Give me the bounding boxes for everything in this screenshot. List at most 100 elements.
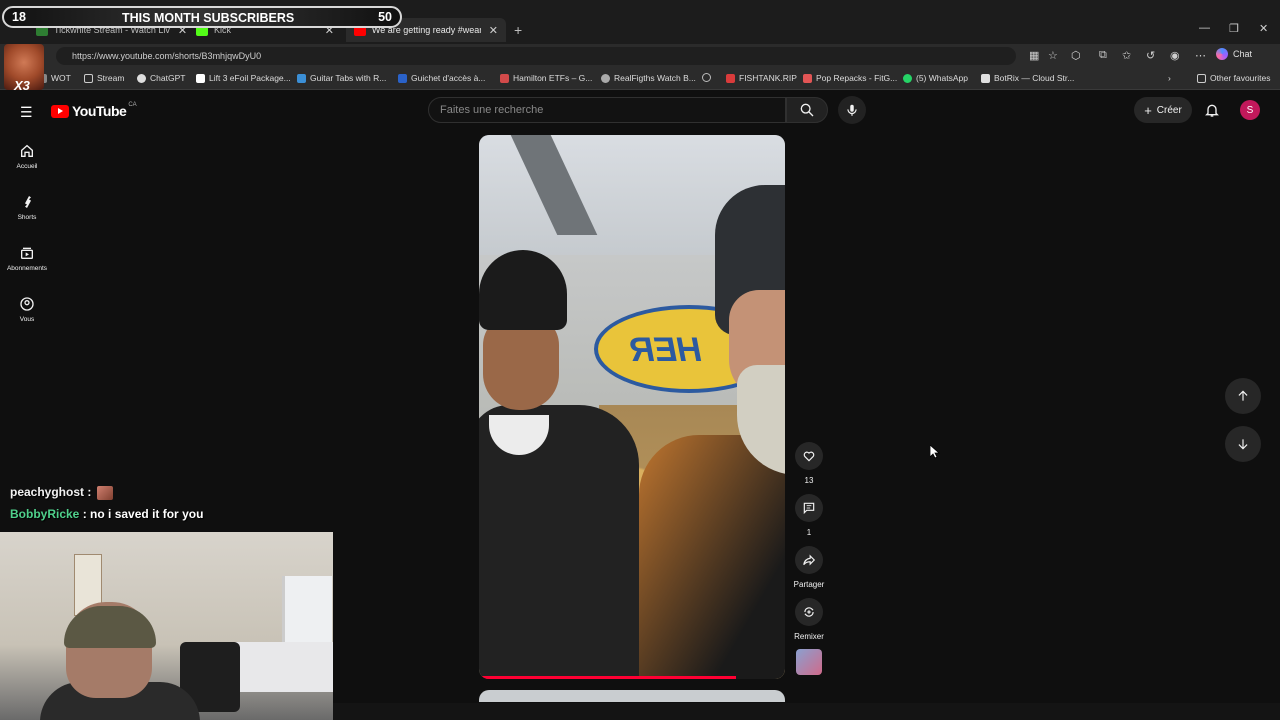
plus-icon: +	[1144, 102, 1152, 118]
comment-icon	[803, 502, 815, 515]
extensions-icon[interactable]: ⬡	[1071, 49, 1081, 62]
bookmark-label: (5) WhatsApp	[916, 73, 968, 83]
streamer-webcam	[0, 532, 333, 720]
heart-icon	[803, 451, 815, 462]
chat-label: Chat	[1233, 49, 1253, 59]
url-input[interactable]: https://www.youtube.com/shorts/B3mhjqwDy…	[56, 47, 1016, 65]
sound-thumbnail[interactable]	[796, 649, 822, 675]
like-count: 13	[804, 476, 814, 485]
url-text: https://www.youtube.com/shorts/B3mhjqwDy…	[72, 51, 262, 61]
folder-icon	[1197, 73, 1206, 83]
short-video-player[interactable]: HER	[479, 135, 785, 679]
bookmark-icon	[981, 73, 990, 83]
other-favourites[interactable]: Other favourites	[1197, 73, 1270, 83]
profile-icon[interactable]: ◉	[1170, 49, 1180, 62]
arrow-up-icon	[1238, 390, 1248, 401]
bookmark-item[interactable]: Pop Repacks - FitG...	[803, 73, 897, 83]
bookmark-label: Guichet d'accès à...	[411, 73, 486, 83]
video-progress-bar[interactable]	[479, 676, 737, 679]
webcam-scene	[282, 576, 332, 646]
close-window-icon[interactable]: ✕	[1259, 22, 1268, 35]
previous-short-button[interactable]	[1225, 378, 1261, 414]
bookmark-label: Lift 3 eFoil Package...	[209, 73, 291, 83]
search-input[interactable]: Faites une recherche	[428, 97, 786, 123]
bookmark-item[interactable]: ChatGPT	[137, 73, 185, 83]
copilot-chat-button[interactable]: Chat	[1216, 48, 1252, 60]
bookmark-item[interactable]: Stream	[84, 73, 124, 83]
remix-icon	[804, 607, 814, 617]
bookmark-icon	[500, 73, 509, 83]
comments-button[interactable]	[795, 494, 823, 522]
history-icon[interactable]: ↺	[1146, 49, 1155, 62]
favorites-icon[interactable]: ✩	[1122, 49, 1131, 62]
bookmark-icon	[726, 73, 735, 83]
bookmark-item[interactable]: FISHTANK.RIP	[726, 73, 797, 83]
bookmark-icon	[297, 73, 306, 83]
bookmark-item[interactable]: Guichet d'accès à...	[398, 73, 485, 83]
account-avatar[interactable]: S	[1240, 100, 1260, 120]
youtube-play-icon	[51, 104, 69, 118]
bookmark-item[interactable]: RealFigths Watch B...	[601, 73, 696, 83]
more-options-icon[interactable]: ⋯	[1195, 49, 1206, 62]
next-short-preview[interactable]	[479, 690, 785, 702]
globe-icon	[702, 73, 711, 82]
comment-count: 1	[806, 528, 812, 537]
bookmark-item[interactable]: (5) WhatsApp	[903, 73, 968, 83]
subscriber-goal-bar: 18 THIS MONTH SUBSCRIBERS 50	[2, 6, 402, 28]
bookmark-label: Hamilton ETFs – G...	[513, 73, 593, 83]
bookmark-label: WOT	[51, 73, 71, 83]
webcam-scene	[230, 642, 333, 692]
remix-label: Remixer	[794, 632, 824, 641]
new-tab-button[interactable]: +	[506, 18, 530, 42]
sidebar-item-shorts[interactable]: Shorts	[0, 194, 54, 221]
chat-username: BobbyRicke	[10, 507, 80, 521]
bookmark-item[interactable]: Lift 3 eFoil Package...	[196, 73, 291, 83]
chevron-right-icon[interactable]: ›	[1168, 73, 1171, 83]
minimize-icon[interactable]: —	[1199, 22, 1210, 34]
chat-message: BobbyRicke : no i saved it for you	[10, 507, 203, 521]
bookmark-icon	[398, 73, 407, 83]
bookmark-item[interactable]: Hamilton ETFs – G...	[500, 73, 592, 83]
search-icon	[800, 103, 814, 117]
next-short-button[interactable]	[1225, 426, 1261, 462]
share-button[interactable]	[795, 546, 823, 574]
bookmark-icon	[196, 73, 205, 83]
bell-icon	[1205, 104, 1219, 117]
close-tab-icon[interactable]: ✕	[489, 24, 498, 37]
voice-search-button[interactable]	[838, 96, 866, 124]
split-screen-icon[interactable]: ⧉	[1099, 49, 1107, 62]
sidebar-item-home[interactable]: Accueil	[0, 143, 54, 170]
bookmark-label: Pop Repacks - FitG...	[816, 73, 898, 83]
chat-separator: :	[87, 485, 95, 499]
subscriptions-icon	[21, 247, 33, 259]
search-button[interactable]	[786, 97, 828, 123]
create-button[interactable]: + Créer	[1134, 97, 1192, 123]
apps-icon[interactable]: ▦	[1029, 49, 1039, 62]
notifications-button[interactable]	[1204, 102, 1220, 123]
bookmark-item[interactable]: BotRix — Cloud Str...	[981, 73, 1074, 83]
share-icon	[803, 554, 816, 566]
subscriber-goal-title: THIS MONTH SUBSCRIBERS	[122, 11, 295, 25]
bookmark-label: Stream	[97, 73, 125, 83]
other-favourites-label: Other favourites	[1210, 73, 1271, 83]
bookmark-item[interactable]	[702, 73, 715, 82]
bookmark-label: BotRix — Cloud Str...	[994, 73, 1075, 83]
sidebar-item-subscriptions[interactable]: Abonnements	[0, 245, 54, 272]
bookmark-item[interactable]: Guitar Tabs with R...	[297, 73, 386, 83]
favorite-star-icon[interactable]: ☆	[1048, 49, 1058, 62]
youtube-wordmark: YouTube	[72, 103, 127, 119]
hamburger-menu-icon[interactable]: ☰	[20, 104, 33, 121]
like-button[interactable]	[795, 442, 823, 470]
chat-separator: :	[82, 507, 91, 521]
microphone-icon	[847, 104, 857, 116]
sidebar-item-you[interactable]: Vous	[0, 296, 54, 323]
youtube-logo[interactable]: YouTube CA	[51, 102, 137, 119]
chat-emote-icon	[96, 485, 113, 500]
remix-button[interactable]	[795, 598, 823, 626]
chat-text: no i saved it for you	[90, 507, 204, 521]
maximize-icon[interactable]: ❐	[1229, 22, 1239, 35]
whatsapp-icon	[903, 73, 912, 83]
bookmark-label: ChatGPT	[150, 73, 186, 83]
you-icon	[20, 297, 34, 311]
shorts-icon	[25, 196, 31, 208]
